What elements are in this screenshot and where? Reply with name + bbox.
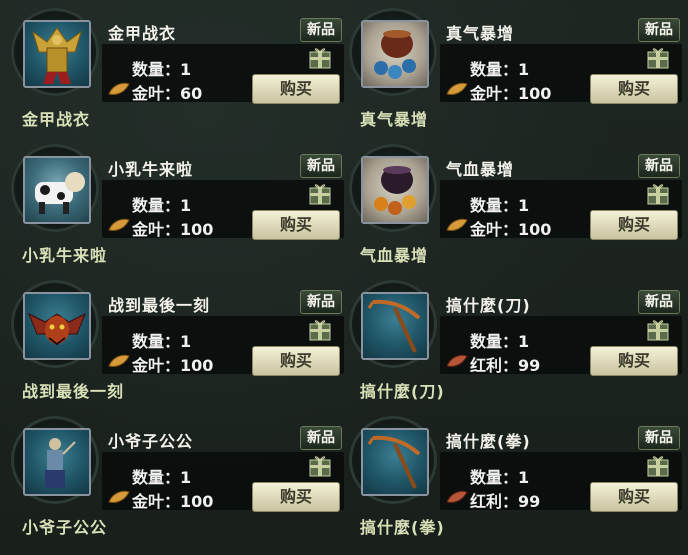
item-quantity: 数量：1 bbox=[470, 332, 530, 351]
gift-icon[interactable] bbox=[646, 454, 670, 478]
gift-icon[interactable] bbox=[308, 182, 332, 206]
orange-pill-jar-icon[interactable] bbox=[361, 156, 429, 224]
item-price: 金叶：60 bbox=[132, 84, 203, 103]
pickaxe-icon[interactable] bbox=[361, 292, 429, 360]
buy-button[interactable]: 购买 bbox=[252, 74, 340, 104]
item-name: 战到最後一刻 bbox=[108, 296, 211, 315]
shop-item-card: 小爷子公公 数量：1 金叶：100 新品 购买 小爷子公公 bbox=[4, 408, 344, 544]
gift-icon[interactable] bbox=[646, 182, 670, 206]
buy-button[interactable]: 购买 bbox=[590, 210, 678, 240]
red-leaf-icon bbox=[446, 490, 468, 503]
gold-leaf-icon bbox=[446, 218, 468, 231]
item-caption: 小爷子公公 bbox=[22, 518, 108, 537]
gold-leaf-icon bbox=[108, 354, 130, 367]
gold-leaf-icon bbox=[446, 82, 468, 95]
item-icon-frame bbox=[11, 8, 99, 96]
item-name: 气血暴增 bbox=[446, 160, 515, 179]
red-leaf-icon bbox=[446, 354, 468, 367]
item-caption: 战到最後一刻 bbox=[22, 382, 125, 401]
item-icon-frame bbox=[11, 416, 99, 504]
item-name: 真气暴增 bbox=[446, 24, 515, 43]
blue-pill-jar-icon[interactable] bbox=[361, 20, 429, 88]
new-item-badge: 新品 bbox=[300, 290, 342, 314]
gift-icon[interactable] bbox=[646, 46, 670, 70]
new-item-badge: 新品 bbox=[300, 426, 342, 450]
item-caption: 搞什麼(拳) bbox=[360, 518, 445, 537]
shop-item-card: 真气暴增 数量：1 金叶：100 新品 购买 真气暴增 bbox=[342, 0, 682, 136]
gift-icon[interactable] bbox=[308, 318, 332, 342]
item-name: 小乳牛来啦 bbox=[108, 160, 194, 179]
shop-item-card: 金甲战衣 数量：1 金叶：60 新品 购买 金甲战衣 bbox=[4, 0, 344, 136]
item-icon-frame bbox=[349, 144, 437, 232]
item-caption: 金甲战衣 bbox=[22, 110, 91, 129]
item-icon-frame bbox=[349, 8, 437, 96]
item-name: 搞什麼(拳) bbox=[446, 432, 531, 451]
item-caption: 气血暴增 bbox=[360, 246, 429, 265]
item-price: 金叶：100 bbox=[470, 84, 552, 103]
gold-leaf-icon bbox=[108, 82, 130, 95]
shop-item-card: 搞什麼(拳) 数量：1 红利：99 新品 购买 搞什麼(拳) bbox=[342, 408, 682, 544]
cow-pet-icon[interactable] bbox=[23, 156, 91, 224]
item-name: 小爷子公公 bbox=[108, 432, 194, 451]
new-item-badge: 新品 bbox=[300, 18, 342, 42]
item-price: 金叶：100 bbox=[470, 220, 552, 239]
shop-item-card: 搞什麼(刀) 数量：1 红利：99 新品 购买 搞什麼(刀) bbox=[342, 272, 682, 408]
gift-icon[interactable] bbox=[646, 318, 670, 342]
item-price: 金叶：100 bbox=[132, 220, 214, 239]
item-quantity: 数量：1 bbox=[132, 60, 192, 79]
new-item-badge: 新品 bbox=[638, 426, 680, 450]
item-quantity: 数量：1 bbox=[132, 196, 192, 215]
item-quantity: 数量：1 bbox=[470, 196, 530, 215]
golden-armor-icon[interactable] bbox=[23, 20, 91, 88]
item-icon-frame bbox=[11, 280, 99, 368]
shop-panel: 金甲战衣 数量：1 金叶：60 新品 购买 金甲战衣 真气暴增 数量：1 金叶：… bbox=[0, 0, 688, 555]
item-quantity: 数量：1 bbox=[132, 468, 192, 487]
item-price: 金叶：100 bbox=[132, 492, 214, 511]
gift-icon[interactable] bbox=[308, 454, 332, 478]
buy-button[interactable]: 购买 bbox=[252, 346, 340, 376]
new-item-badge: 新品 bbox=[300, 154, 342, 178]
item-name: 搞什麼(刀) bbox=[446, 296, 531, 315]
item-icon-frame bbox=[11, 144, 99, 232]
item-name: 金甲战衣 bbox=[108, 24, 177, 43]
eunuch-figure-icon[interactable] bbox=[23, 428, 91, 496]
item-caption: 真气暴增 bbox=[360, 110, 429, 129]
gold-leaf-icon bbox=[108, 490, 130, 503]
item-quantity: 数量：1 bbox=[132, 332, 192, 351]
shop-item-card: 气血暴增 数量：1 金叶：100 新品 购买 气血暴增 bbox=[342, 136, 682, 272]
gold-leaf-icon bbox=[108, 218, 130, 231]
item-price: 金叶：100 bbox=[132, 356, 214, 375]
new-item-badge: 新品 bbox=[638, 154, 680, 178]
item-price: 红利：99 bbox=[470, 492, 541, 511]
shop-item-card: 小乳牛来啦 数量：1 金叶：100 新品 购买 小乳牛来啦 bbox=[4, 136, 344, 272]
gift-icon[interactable] bbox=[308, 46, 332, 70]
item-caption: 搞什麼(刀) bbox=[360, 382, 445, 401]
item-icon-frame bbox=[349, 280, 437, 368]
shop-item-card: 战到最後一刻 数量：1 金叶：100 新品 购买 战到最後一刻 bbox=[4, 272, 344, 408]
new-item-badge: 新品 bbox=[638, 18, 680, 42]
new-item-badge: 新品 bbox=[638, 290, 680, 314]
item-quantity: 数量：1 bbox=[470, 60, 530, 79]
pickaxe-icon[interactable] bbox=[361, 428, 429, 496]
buy-button[interactable]: 购买 bbox=[590, 346, 678, 376]
item-icon-frame bbox=[349, 416, 437, 504]
buy-button[interactable]: 购买 bbox=[590, 74, 678, 104]
demon-mask-icon[interactable] bbox=[23, 292, 91, 360]
buy-button[interactable]: 购买 bbox=[252, 482, 340, 512]
item-caption: 小乳牛来啦 bbox=[22, 246, 108, 265]
buy-button[interactable]: 购买 bbox=[252, 210, 340, 240]
buy-button[interactable]: 购买 bbox=[590, 482, 678, 512]
item-price: 红利：99 bbox=[470, 356, 541, 375]
item-quantity: 数量：1 bbox=[470, 468, 530, 487]
